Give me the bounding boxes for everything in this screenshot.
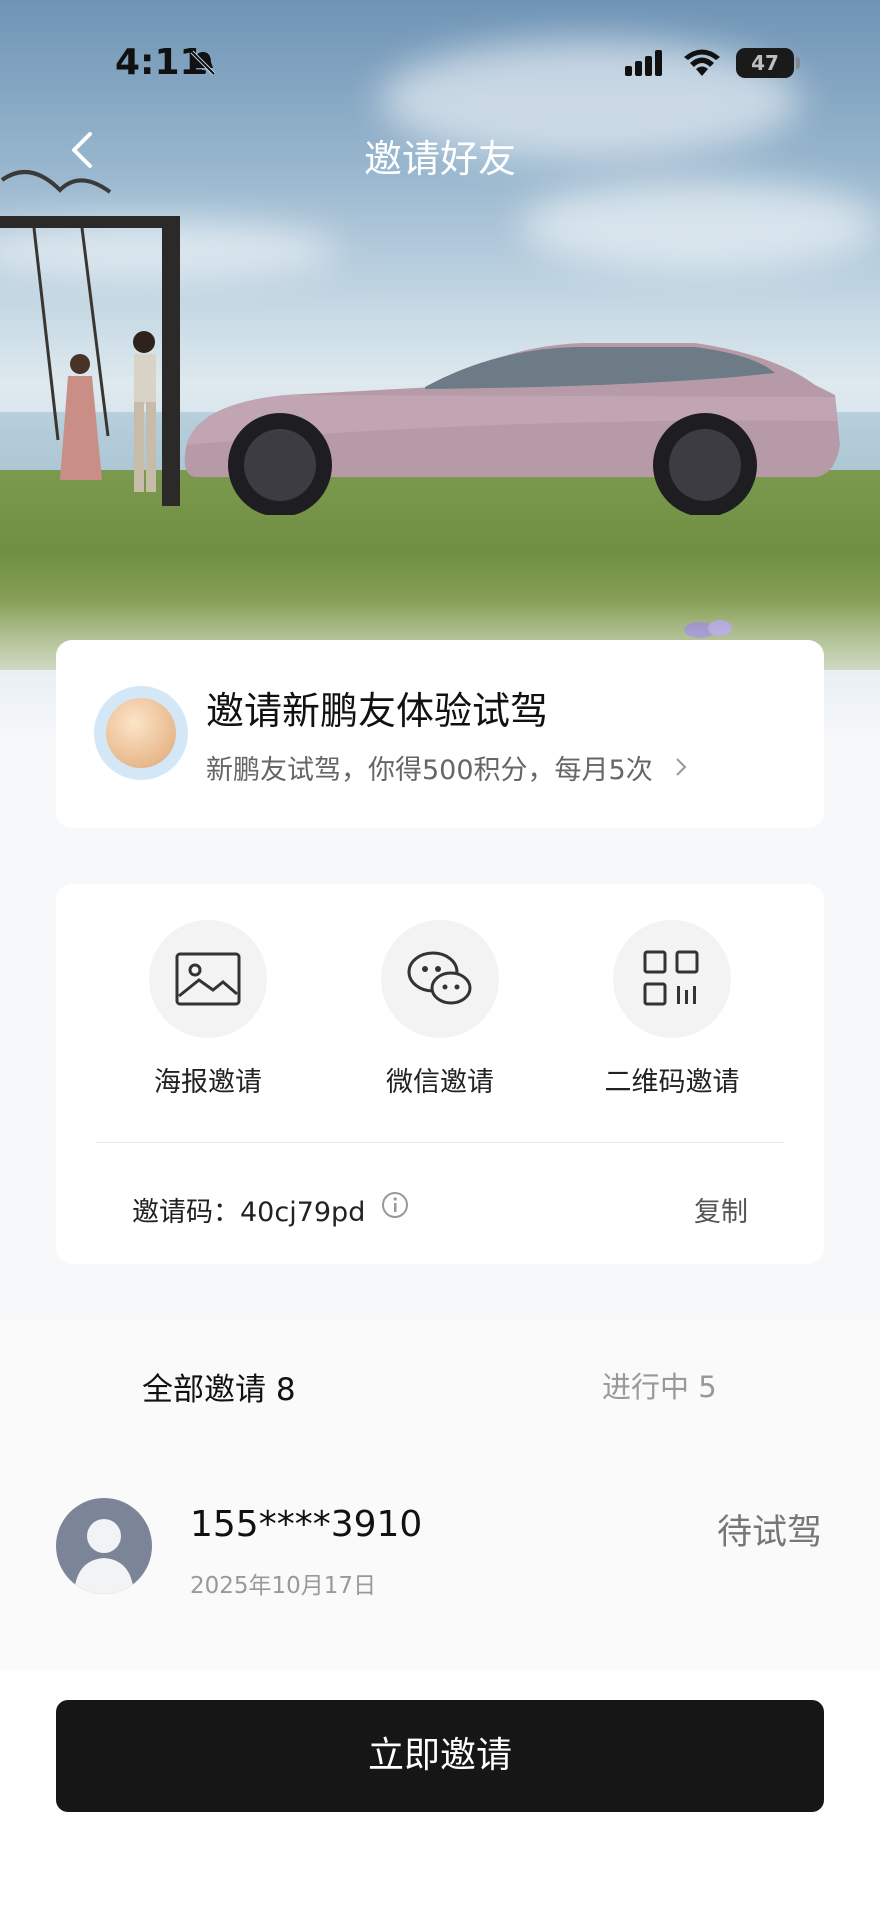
battery-icon: 47 <box>736 48 794 78</box>
battery-tip <box>796 57 800 69</box>
tab-all-invites[interactable]: 全部邀请 8 <box>142 1364 296 1409</box>
invite-list-panel: 全部邀请 8 进行中 5 155****3910 2025年10月17日 待试驾 <box>0 1320 880 1670</box>
people-figures <box>60 331 156 492</box>
status-bar: 4:11 47 <box>0 0 880 130</box>
copy-button[interactable]: 复制 <box>694 1190 748 1229</box>
qrcode-icon <box>643 950 699 1006</box>
share-label: 海报邀请 <box>154 1067 262 1098</box>
qrcode-invite-button[interactable]: 二维码邀请 <box>582 920 762 1099</box>
bottom-bar: 立即邀请 <box>0 1670 880 1912</box>
wifi-icon <box>684 49 720 76</box>
signal-icon <box>625 50 662 76</box>
share-label: 微信邀请 <box>386 1067 494 1098</box>
chevron-right-icon <box>676 758 687 776</box>
cloud <box>520 180 880 270</box>
invite-code-label: 邀请码：40cj79pd <box>132 1197 366 1228</box>
share-card: 海报邀请 微信邀请 二维码邀请 邀请码：40cj79pd 复制 <box>56 884 824 1264</box>
poster-invite-button[interactable]: 海报邀请 <box>118 920 298 1099</box>
tab-in-progress[interactable]: 进行中 5 <box>602 1364 717 1406</box>
promo-subtitle: 新鹏友试驾，你得500积分，每月5次 <box>206 755 653 786</box>
wechat-icon <box>407 951 472 1005</box>
promo-card[interactable]: 邀请新鹏友体验试驾 新鹏友试驾，你得500积分，每月5次 <box>56 640 824 828</box>
back-arrow-icon[interactable] <box>62 128 106 172</box>
invitee-phone: 155****3910 <box>190 1504 423 1545</box>
invite-now-button[interactable]: 立即邀请 <box>56 1700 824 1812</box>
car-image <box>184 343 840 515</box>
invite-status: 待试驾 <box>716 1513 822 1553</box>
avatar <box>56 1498 152 1594</box>
page-title: 邀请好友 <box>363 137 516 181</box>
bell-muted-icon <box>190 50 216 76</box>
image-icon <box>175 952 241 1006</box>
divider <box>96 1142 784 1143</box>
wechat-invite-button[interactable]: 微信邀请 <box>350 920 530 1099</box>
share-label: 二维码邀请 <box>604 1067 740 1098</box>
coin-icon <box>94 686 188 780</box>
invite-date: 2025年10月17日 <box>190 1573 377 1599</box>
info-icon[interactable] <box>380 1190 410 1220</box>
promo-title: 邀请新鹏友体验试驾 <box>206 689 549 733</box>
user-avatar-icon <box>74 1519 134 1594</box>
